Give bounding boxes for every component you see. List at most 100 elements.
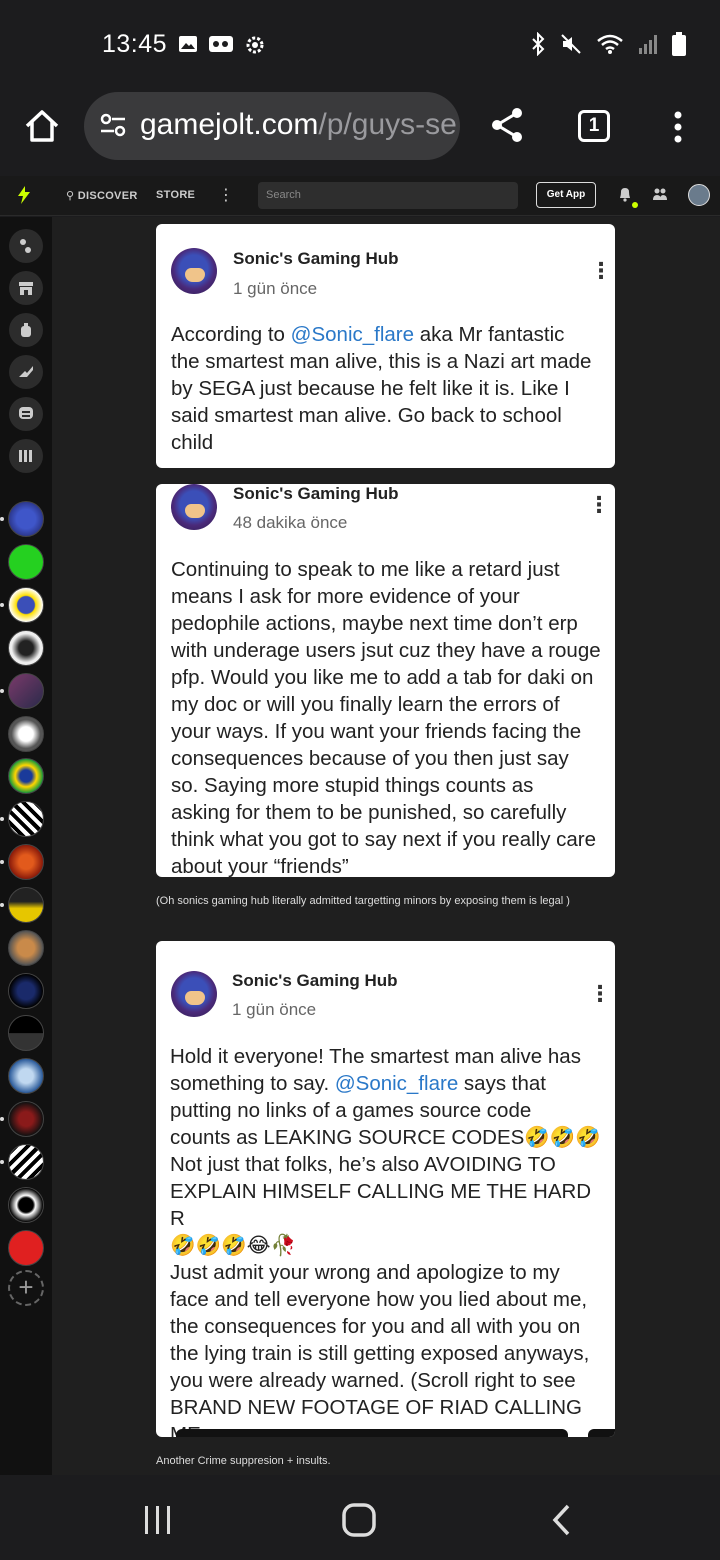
post-caption: (Oh sonics gaming hub literally admitted… <box>156 895 570 907</box>
wifi-icon <box>597 34 623 54</box>
post-body: Hold it everyone! The smartest man alive… <box>170 1043 610 1437</box>
left-sidebar: + <box>0 217 52 1475</box>
share-icon[interactable] <box>488 106 526 144</box>
add-community-button[interactable]: + <box>8 1270 44 1306</box>
community-avatar[interactable] <box>8 758 44 794</box>
nav-discover[interactable]: ⚲ DISCOVER <box>66 189 138 202</box>
unread-dot <box>0 517 4 521</box>
bluetooth-icon <box>532 32 545 56</box>
more-vert-icon[interactable]: ⋮ <box>590 258 612 284</box>
community-avatar[interactable] <box>8 973 44 1009</box>
recent-apps-icon[interactable] <box>143 1505 173 1535</box>
post-body-text: According to <box>171 323 291 346</box>
post-caption: Another Crime suppresion + insults. <box>156 1455 331 1467</box>
sidebar-creator-button[interactable] <box>9 355 43 389</box>
bell-icon[interactable] <box>618 186 632 202</box>
community-avatar[interactable] <box>8 1058 44 1094</box>
community-avatar[interactable] <box>8 801 44 837</box>
tab-switcher-button[interactable]: 1 <box>578 110 610 142</box>
media-preview-strip[interactable] <box>588 1429 615 1437</box>
community-avatar[interactable] <box>8 1187 44 1223</box>
author-name[interactable]: Sonic's Gaming Hub <box>233 484 399 504</box>
unread-dot <box>0 603 4 607</box>
sidebar-activity-button[interactable] <box>9 229 43 263</box>
url-host: gamejolt.com <box>140 108 319 141</box>
community-avatar[interactable] <box>8 844 44 880</box>
author-avatar[interactable] <box>171 971 217 1017</box>
unread-dot <box>0 1117 4 1121</box>
post-time: 48 dakika önce <box>233 513 348 532</box>
more-vert-icon[interactable]: ⋮ <box>589 981 611 1007</box>
avatar-face <box>185 504 205 518</box>
voicemail-icon <box>209 36 233 52</box>
embedded-post-card: Sonic's Gaming Hub 1 gün önce ⋮ Hold it … <box>156 941 615 1437</box>
community-avatar[interactable] <box>8 544 44 580</box>
embedded-post-card: Sonic's Gaming Hub 1 gün önce ⋮ Accordin… <box>156 224 615 468</box>
store-icon <box>19 282 33 295</box>
community-avatar[interactable] <box>8 630 44 666</box>
youtube-community-avatar[interactable] <box>8 1230 44 1266</box>
nav-discover-label: DISCOVER <box>77 190 138 202</box>
get-app-button[interactable]: Get App <box>536 182 596 208</box>
site-settings-icon[interactable] <box>98 110 128 140</box>
avatar-face <box>185 268 205 282</box>
community-avatar[interactable] <box>8 673 44 709</box>
sidebar-backpack-button[interactable] <box>9 313 43 347</box>
nav-more-icon[interactable]: ⋮ <box>218 185 234 205</box>
status-time: 13:45 <box>102 30 168 58</box>
mute-icon <box>561 34 581 54</box>
url-text: gamejolt.com/p/guys-se <box>140 108 457 142</box>
community-avatar[interactable] <box>8 930 44 966</box>
nav-store[interactable]: STORE <box>156 189 195 201</box>
more-vert-icon[interactable]: ⋮ <box>588 492 610 518</box>
battery-icon <box>672 32 686 56</box>
community-avatar[interactable] <box>8 1015 44 1051</box>
mention-link[interactable]: @Sonic_flare <box>335 1072 458 1095</box>
community-avatar[interactable] <box>8 1144 44 1180</box>
search-input[interactable]: Search <box>258 182 518 209</box>
avatar-face <box>185 991 205 1005</box>
friends-icon[interactable] <box>652 186 668 202</box>
library-icon <box>19 450 32 462</box>
post-body: According to @Sonic_flare aka Mr fantast… <box>171 321 609 456</box>
system-nav-bar <box>0 1475 720 1560</box>
home-icon[interactable] <box>22 106 62 146</box>
community-avatar[interactable] <box>8 887 44 923</box>
gamejolt-top-nav: ⚲ DISCOVER STORE ⋮ Search Get App <box>0 176 720 216</box>
post-body: Continuing to speak to me like a retard … <box>171 558 601 877</box>
community-avatar[interactable] <box>8 1101 44 1137</box>
post-time: 1 gün önce <box>232 1000 317 1019</box>
author-avatar[interactable] <box>171 248 217 294</box>
post-time: 1 gün önce <box>233 279 318 298</box>
community-avatar[interactable] <box>8 587 44 623</box>
status-left-icons <box>178 34 266 56</box>
sidebar-chat-button[interactable] <box>9 397 43 431</box>
address-bar[interactable]: gamejolt.com/p/guys-se <box>84 92 460 160</box>
unread-dot <box>0 860 4 864</box>
creator-icon <box>19 366 33 377</box>
community-avatar[interactable] <box>8 501 44 537</box>
activity-icon <box>20 239 31 253</box>
settings-gear-icon <box>246 36 264 54</box>
gamejolt-logo-icon[interactable] <box>16 186 32 204</box>
mention-link[interactable]: @Sonic_flare <box>291 323 414 346</box>
author-name[interactable]: Sonic's Gaming Hub <box>233 249 399 269</box>
chat-icon <box>19 407 33 419</box>
back-icon[interactable] <box>550 1503 572 1537</box>
unread-dot <box>0 817 4 821</box>
author-name[interactable]: Sonic's Gaming Hub <box>232 971 398 991</box>
more-vert-icon[interactable] <box>668 110 688 144</box>
status-bar: 13:45 <box>0 0 720 92</box>
unread-dot <box>0 1160 4 1164</box>
home-nav-icon[interactable] <box>342 1503 376 1537</box>
community-avatar[interactable] <box>8 716 44 752</box>
author-avatar[interactable] <box>171 484 217 530</box>
gallery-icon <box>179 36 197 52</box>
sidebar-library-button[interactable] <box>9 439 43 473</box>
user-avatar[interactable] <box>688 184 710 206</box>
media-preview-strip[interactable] <box>176 1429 568 1437</box>
post-body-text: says that putting no links of a games so… <box>170 1072 601 1437</box>
sidebar-store-button[interactable] <box>9 271 43 305</box>
post-content: Sonic's Gaming Hub 1 gün önce ⋮ Accordin… <box>52 217 720 1475</box>
notification-dot <box>632 202 638 208</box>
